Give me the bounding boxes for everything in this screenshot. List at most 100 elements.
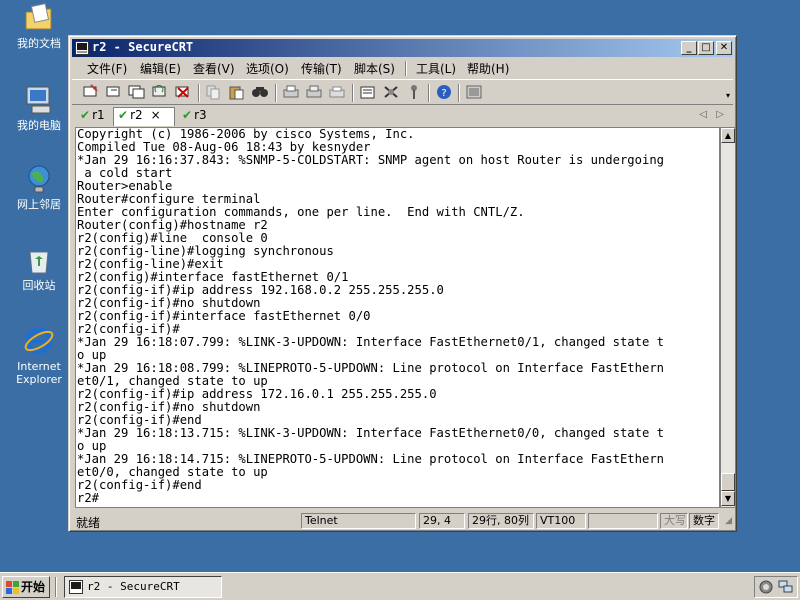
status-cursor-position: 29, 4 — [419, 513, 465, 529]
arrow-down-icon: ▼ — [724, 494, 732, 503]
menu-view[interactable]: 查看(V) — [193, 60, 235, 77]
about-icon[interactable] — [465, 84, 483, 100]
menu-edit[interactable]: 编辑(E) — [140, 60, 181, 77]
arrow-up-icon: ▲ — [724, 131, 732, 140]
tray-network-icon[interactable] — [778, 580, 794, 594]
global-options-icon[interactable] — [382, 84, 400, 100]
tab-close-icon[interactable]: × — [151, 108, 161, 122]
scroll-down-button[interactable]: ▼ — [721, 491, 735, 506]
securecrt-app-icon — [69, 580, 83, 594]
terminal-line: r2(config-if)#end — [77, 478, 202, 492]
help-icon[interactable]: ? — [435, 84, 453, 100]
status-terminal-size: 29行, 80列 — [468, 513, 534, 529]
resize-grip-icon[interactable]: ◢ — [725, 516, 732, 526]
connect-tab-icon[interactable] — [128, 84, 146, 100]
tray-shield-icon[interactable] — [759, 580, 773, 594]
reconnect-icon[interactable] — [151, 84, 169, 100]
desktop-icon-recycle-bin[interactable]: 回收站 — [8, 244, 70, 292]
status-emulation: VT100 — [536, 513, 586, 529]
toolbar-separator — [458, 84, 460, 102]
status-caps-lock: 大写 — [660, 513, 688, 529]
network-globe-icon — [28, 165, 50, 193]
toolbar-separator — [198, 84, 200, 102]
copy-icon[interactable] — [205, 84, 223, 100]
terminal-line: *Jan 29 16:18:07.799: %LINK-3-UPDOWN: In… — [77, 335, 664, 349]
quick-connect-icon[interactable] — [105, 84, 123, 100]
status-protocol: Telnet — [301, 513, 416, 529]
printer-icon[interactable] — [328, 84, 346, 100]
menu-tools[interactable]: 工具(L) — [416, 60, 456, 77]
menu-bar: 文件(F) 编辑(E) 查看(V) 选项(O) 传输(T) 脚本(S) 工具(L… — [72, 58, 733, 78]
desktop-icon-my-documents[interactable]: 我的文档 — [8, 2, 70, 50]
toolbar-separator — [352, 84, 354, 102]
taskbar-item-label: r2 - SecureCRT — [87, 580, 180, 593]
keymap-icon[interactable] — [405, 84, 423, 100]
desktop-icon-label: 我的文档 — [17, 37, 61, 50]
desktop-icon-label: Internet Explorer — [16, 360, 62, 386]
desktop-icon-my-computer[interactable]: 我的电脑 — [8, 84, 70, 132]
status-bar: 就绪 Telnet 29, 4 29行, 80列 VT100 大写 数字 ◢ — [72, 512, 733, 530]
menu-help[interactable]: 帮助(H) — [467, 60, 509, 77]
tab-r3[interactable]: ✔ r3 — [178, 108, 212, 126]
menu-file[interactable]: 文件(F) — [87, 60, 127, 77]
toolbar-separator — [275, 84, 277, 102]
securecrt-app-icon — [75, 41, 89, 55]
minimize-icon: _ — [686, 42, 692, 53]
menu-script[interactable]: 脚本(S) — [354, 60, 395, 77]
scroll-up-button[interactable]: ▲ — [721, 128, 735, 143]
desktop-icon-internet-explorer[interactable]: Internet Explorer — [8, 325, 70, 386]
terminal-line: r2# — [77, 491, 100, 505]
status-empty — [588, 513, 658, 529]
disconnect-icon[interactable] — [174, 84, 192, 100]
securecrt-window: r2 - SecureCRT _ □ ✕ 文件(F) 编辑(E) 查看(V) 选… — [68, 35, 737, 532]
print-selection-icon[interactable] — [305, 84, 323, 100]
toolbar-overflow-icon[interactable]: ▾ — [726, 91, 730, 100]
tab-label: r3 — [194, 108, 207, 122]
paste-icon[interactable] — [228, 84, 246, 100]
toolbar: ? ▾ — [72, 79, 733, 105]
start-button[interactable]: 开始 — [2, 576, 50, 598]
desktop-icon-network[interactable]: 网上邻居 — [8, 163, 70, 211]
connected-check-icon: ✔ — [118, 108, 129, 122]
system-tray — [754, 576, 798, 598]
tab-r2[interactable]: ✔ r2 × — [113, 107, 175, 126]
vertical-scrollbar[interactable]: ▲ ▼ — [720, 127, 736, 508]
taskbar-separator — [55, 577, 57, 597]
connected-check-icon: ✔ — [80, 108, 91, 122]
maximize-button[interactable]: □ — [698, 41, 714, 55]
toolbar-separator — [428, 84, 430, 102]
desktop-icon-label: 网上邻居 — [17, 198, 61, 211]
tab-scroll-left-icon[interactable]: ◁ — [699, 109, 707, 120]
session-tab-bar: ✔ r1 ✔ r2 × ✔ r3 ◁ ▷ — [72, 106, 733, 126]
terminal-output[interactable]: Copyright (c) 1986-2006 by cisco Systems… — [75, 127, 720, 508]
close-button[interactable]: ✕ — [716, 41, 732, 55]
recycle-bin-icon — [29, 251, 49, 274]
maximize-icon: □ — [701, 42, 711, 53]
connected-check-icon: ✔ — [182, 108, 193, 122]
window-title: r2 - SecureCRT — [92, 40, 194, 54]
tab-label: r1 — [92, 108, 105, 122]
desktop-icon-label: 我的电脑 — [17, 119, 61, 132]
menu-transfer[interactable]: 传输(T) — [301, 60, 342, 77]
computer-icon — [26, 86, 51, 114]
scroll-thumb[interactable] — [721, 473, 735, 491]
terminal-text: Copyright (c) 1986-2006 by cisco Systems… — [77, 128, 664, 505]
connect-icon[interactable] — [82, 84, 100, 100]
taskbar-item-securecrt[interactable]: r2 - SecureCRT — [64, 576, 222, 598]
start-label: 开始 — [21, 580, 46, 594]
tab-label: r2 — [130, 108, 143, 122]
title-bar[interactable]: r2 - SecureCRT _ □ ✕ — [72, 39, 733, 57]
menu-separator — [405, 61, 407, 76]
menu-options[interactable]: 选项(O) — [246, 60, 289, 77]
minimize-button[interactable]: _ — [681, 41, 697, 55]
svg-text:?: ? — [441, 88, 446, 99]
tab-scroll-right-icon[interactable]: ▷ — [716, 109, 724, 120]
print-icon[interactable] — [282, 84, 300, 100]
internet-explorer-icon — [24, 327, 54, 355]
session-options-icon[interactable] — [359, 84, 377, 100]
find-icon[interactable] — [251, 84, 269, 100]
tab-r1[interactable]: ✔ r1 — [76, 108, 110, 126]
status-ready: 就绪 — [76, 516, 101, 530]
folder-document-icon — [25, 3, 52, 30]
desktop-icon-label: 回收站 — [22, 279, 56, 292]
